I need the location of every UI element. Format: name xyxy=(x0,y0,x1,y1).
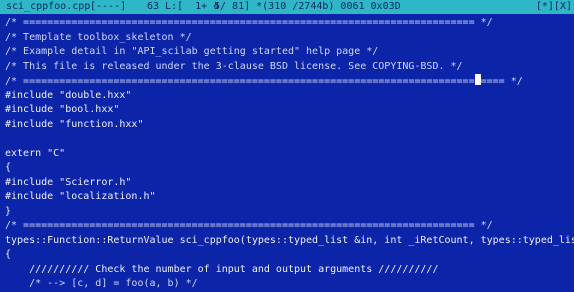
code-line: /* --> [c, d] = foo(a, b) */ xyxy=(5,278,198,289)
terminal-editor-window: sci_cppfoo.cpp [----] 63 L:[ 1+ 4 5/ 81]… xyxy=(0,0,574,292)
status-position: 63 L:[ 1+ 4 xyxy=(147,1,220,12)
code-line-tail: ==== */ xyxy=(480,76,523,87)
code-line: ////////// Check the number of input and… xyxy=(5,263,439,275)
status-window-buttons[interactable]: [*][X] xyxy=(536,0,572,14)
code-line: /* =====================================… xyxy=(5,220,493,231)
code-line: #include "localization.h" xyxy=(5,191,156,202)
code-line: /* =====================================… xyxy=(5,17,493,28)
status-flags: [----] xyxy=(90,1,127,12)
code-line: { xyxy=(5,162,12,173)
code-line: { xyxy=(5,249,12,260)
code-line: /* Example detail in "API_scilab getting… xyxy=(5,46,379,57)
code-line: #include "double.hxx" xyxy=(5,89,132,101)
code-line-text: /* =====================================… xyxy=(5,76,475,87)
code-line: #include "Scierror.h" xyxy=(5,176,132,188)
code-line: #include "bool.hxx" xyxy=(5,104,120,115)
code-line: extern "C" xyxy=(5,147,66,159)
code-editor-area[interactable]: /* =====================================… xyxy=(0,16,574,292)
status-file-info: 5/ 81] *(310 /2744b) 0061 0x03D xyxy=(214,1,401,12)
code-line: } xyxy=(5,205,12,217)
code-line-with-cursor: /* =====================================… xyxy=(0,74,574,89)
code-line: types::Function::ReturnValue sci_cppfoo(… xyxy=(5,234,574,246)
code-line: /* Template toolbox_skeleton */ xyxy=(5,31,192,43)
code-line: #include "function.hxx" xyxy=(5,118,144,130)
status-filename: sci_cppfoo.cpp xyxy=(6,1,91,12)
editor-status-bar: sci_cppfoo.cpp [----] 63 L:[ 1+ 4 5/ 81]… xyxy=(0,0,574,14)
code-line: /* This file is released under the 3-cla… xyxy=(5,60,463,72)
